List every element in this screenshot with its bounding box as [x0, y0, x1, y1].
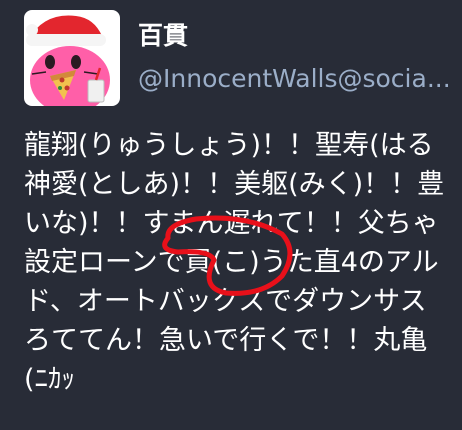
account-handle[interactable]: @InnocentWalls@socia...: [138, 64, 451, 93]
content-line: ろててん！急いで行くで！！丸亀: [24, 325, 428, 356]
status-content: 龍翔(りゅうしょう)！！聖寿(はる 神愛(としあ)！！美躯(みく)！！豊 いな)…: [24, 126, 462, 399]
content-line: (ﾆｶｯ: [24, 364, 76, 395]
content-line: 設定ローンで買(こ)うた直4のアル: [24, 247, 439, 278]
content-line: 龍翔(りゅうしょう)！！聖寿(はる: [24, 130, 434, 161]
content-line: ド、オートバックスでダウンサス: [24, 286, 427, 317]
content-line: いな)！！すまん遅れて！！父ちゃ: [24, 208, 439, 239]
avatar-icon: [24, 10, 120, 106]
status-post: 百貫 @InnocentWalls@socia... 龍翔(りゅうしょう)！！聖…: [0, 0, 462, 430]
user-avatar[interactable]: [24, 10, 120, 106]
content-line: 神愛(としあ)！！美躯(みく)！！豊: [24, 169, 445, 200]
display-name[interactable]: 百貫: [138, 16, 188, 52]
